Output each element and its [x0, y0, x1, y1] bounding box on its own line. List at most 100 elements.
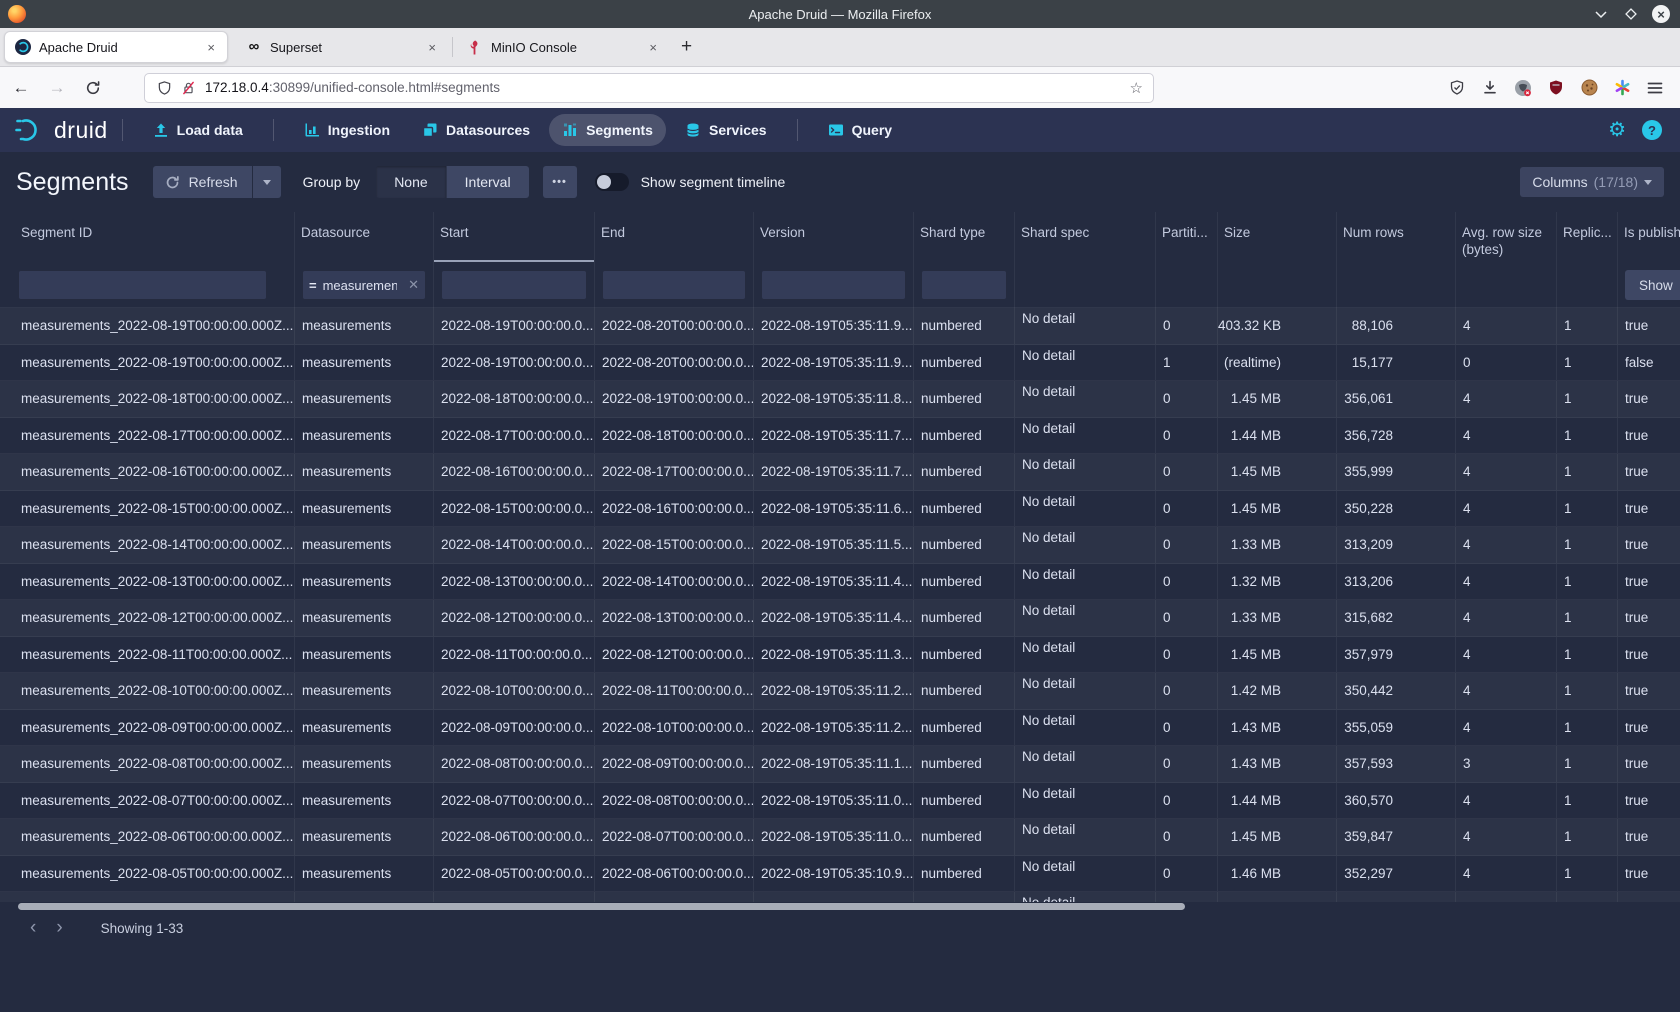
- cell-start[interactable]: [434, 892, 595, 902]
- reload-button[interactable]: [78, 73, 108, 103]
- cell-size[interactable]: 1.45 MB: [1218, 454, 1337, 490]
- column-header-partition[interactable]: Partiti...: [1156, 212, 1218, 262]
- column-header-avg-row-size[interactable]: Avg. row size (bytes): [1456, 212, 1557, 262]
- column-header-shard-spec[interactable]: Shard spec: [1015, 212, 1156, 262]
- cell-shard-type[interactable]: numbered: [914, 819, 1015, 855]
- cell-shard-type[interactable]: numbered: [914, 527, 1015, 563]
- cell-end[interactable]: 2022-08-20T00:00:00.0...: [595, 308, 754, 344]
- cell-datasource[interactable]: measurements: [295, 856, 434, 892]
- cell-version[interactable]: 2022-08-19T05:35:11.2...: [754, 710, 914, 746]
- cell-segment-id[interactable]: measurements_2022-08-17T00:00:00.000Z...: [0, 418, 295, 454]
- cell-segment-id[interactable]: measurements_2022-08-19T00:00:00.000Z...: [0, 308, 295, 344]
- cell-datasource[interactable]: measurements: [295, 746, 434, 782]
- cell-avg-row-size[interactable]: 4: [1456, 418, 1557, 454]
- cell-end[interactable]: 2022-08-08T00:00:00.0...: [595, 783, 754, 819]
- bookmark-star-icon[interactable]: ☆: [1130, 79, 1143, 97]
- cell-partition[interactable]: [1156, 892, 1218, 902]
- cell-num-rows[interactable]: 356,728: [1337, 418, 1456, 454]
- cell-shard-type[interactable]: numbered: [914, 783, 1015, 819]
- is-published-filter-button[interactable]: Show: [1625, 270, 1680, 300]
- forward-button[interactable]: →: [42, 73, 72, 103]
- cell-start[interactable]: 2022-08-11T00:00:00.0...: [434, 637, 595, 673]
- cell-datasource[interactable]: measurements: [295, 418, 434, 454]
- cell-start[interactable]: 2022-08-06T00:00:00.0...: [434, 819, 595, 855]
- cell-num-rows[interactable]: 350,228: [1337, 491, 1456, 527]
- column-header-start[interactable]: Start: [434, 212, 595, 262]
- cell-num-rows[interactable]: 315,682: [1337, 600, 1456, 636]
- cell-avg-row-size[interactable]: [1456, 892, 1557, 902]
- cell-avg-row-size[interactable]: 3: [1456, 746, 1557, 782]
- cell-version[interactable]: 2022-08-19T05:35:10.9...: [754, 856, 914, 892]
- next-page-button[interactable]: ›: [46, 919, 72, 937]
- cell-is-published[interactable]: true: [1618, 491, 1680, 527]
- cell-version[interactable]: [754, 892, 914, 902]
- cell-replication[interactable]: 1: [1557, 783, 1618, 819]
- cell-segment-id[interactable]: measurements_2022-08-10T00:00:00.000Z...: [0, 673, 295, 709]
- filter-input-datasource[interactable]: =measurements✕: [302, 270, 426, 300]
- settings-gear-icon[interactable]: ⚙: [1608, 120, 1626, 140]
- insecure-lock-icon[interactable]: [179, 79, 197, 97]
- cell-start[interactable]: 2022-08-14T00:00:00.0...: [434, 527, 595, 563]
- cell-shard-type[interactable]: numbered: [914, 345, 1015, 381]
- cell-datasource[interactable]: measurements: [295, 308, 434, 344]
- cell-version[interactable]: 2022-08-19T05:35:11.9...: [754, 308, 914, 344]
- cell-shard-spec[interactable]: No detail: [1015, 892, 1156, 902]
- cell-end[interactable]: 2022-08-18T00:00:00.0...: [595, 418, 754, 454]
- cell-replication[interactable]: 1: [1557, 308, 1618, 344]
- window-close-button[interactable]: ×: [1652, 5, 1670, 23]
- cell-partition[interactable]: 0: [1156, 710, 1218, 746]
- cell-shard-spec[interactable]: No detail: [1015, 345, 1156, 381]
- cell-avg-row-size[interactable]: 4: [1456, 819, 1557, 855]
- cell-segment-id[interactable]: measurements_2022-08-13T00:00:00.000Z...: [0, 564, 295, 600]
- cell-segment-id[interactable]: measurements_2022-08-16T00:00:00.000Z...: [0, 454, 295, 490]
- back-button[interactable]: ←: [6, 73, 36, 103]
- cell-avg-row-size[interactable]: 4: [1456, 710, 1557, 746]
- cell-end[interactable]: 2022-08-17T00:00:00.0...: [595, 454, 754, 490]
- cell-segment-id[interactable]: measurements_2022-08-12T00:00:00.000Z...: [0, 600, 295, 636]
- cell-start[interactable]: 2022-08-17T00:00:00.0...: [434, 418, 595, 454]
- cell-version[interactable]: 2022-08-19T05:35:11.9...: [754, 345, 914, 381]
- cell-shard-spec[interactable]: No detail: [1015, 746, 1156, 782]
- cell-segment-id[interactable]: measurements_2022-08-09T00:00:00.000Z...: [0, 710, 295, 746]
- cell-num-rows[interactable]: 313,206: [1337, 564, 1456, 600]
- cell-size[interactable]: [1218, 892, 1337, 902]
- cell-num-rows[interactable]: 355,999: [1337, 454, 1456, 490]
- cell-size[interactable]: 1.44 MB: [1218, 418, 1337, 454]
- cell-size[interactable]: 1.45 MB: [1218, 819, 1337, 855]
- filter-input-end[interactable]: [602, 270, 746, 300]
- cell-datasource[interactable]: measurements: [295, 673, 434, 709]
- cell-num-rows[interactable]: 357,593: [1337, 746, 1456, 782]
- segment-timeline-toggle[interactable]: [595, 173, 629, 191]
- cell-segment-id[interactable]: measurements_2022-08-18T00:00:00.000Z...: [0, 381, 295, 417]
- cell-is-published[interactable]: true: [1618, 418, 1680, 454]
- cell-version[interactable]: 2022-08-19T05:35:11.7...: [754, 454, 914, 490]
- cell-end[interactable]: 2022-08-14T00:00:00.0...: [595, 564, 754, 600]
- protections-badge-icon[interactable]: [1448, 79, 1466, 97]
- cell-datasource[interactable]: measurements: [295, 710, 434, 746]
- cell-datasource[interactable]: measurements: [295, 527, 434, 563]
- cell-partition[interactable]: 0: [1156, 819, 1218, 855]
- extension-masks-icon[interactable]: [1514, 79, 1532, 97]
- cell-num-rows[interactable]: 15,177: [1337, 345, 1456, 381]
- cell-is-published[interactable]: true: [1618, 819, 1680, 855]
- cell-shard-spec[interactable]: No detail: [1015, 454, 1156, 490]
- cell-is-published[interactable]: true: [1618, 673, 1680, 709]
- cell-is-published[interactable]: true: [1618, 454, 1680, 490]
- cell-start[interactable]: 2022-08-19T00:00:00.0...: [434, 308, 595, 344]
- cell-size[interactable]: 1.43 MB: [1218, 710, 1337, 746]
- cell-is-published[interactable]: true: [1618, 783, 1680, 819]
- cell-num-rows[interactable]: 359,847: [1337, 819, 1456, 855]
- cell-shard-spec[interactable]: No detail: [1015, 819, 1156, 855]
- cell-replication[interactable]: 1: [1557, 381, 1618, 417]
- cell-size[interactable]: 403.32 KB: [1218, 308, 1337, 344]
- cell-partition[interactable]: 0: [1156, 637, 1218, 673]
- cell-partition[interactable]: 0: [1156, 783, 1218, 819]
- cell-shard-type[interactable]: numbered: [914, 856, 1015, 892]
- cell-shard-type[interactable]: numbered: [914, 308, 1015, 344]
- tab-close-icon[interactable]: ×: [426, 40, 438, 55]
- filter-clear-icon[interactable]: ✕: [408, 277, 419, 293]
- column-header-replication[interactable]: Replic...: [1557, 212, 1618, 262]
- cell-shard-type[interactable]: numbered: [914, 746, 1015, 782]
- cell-replication[interactable]: 1: [1557, 491, 1618, 527]
- cell-end[interactable]: 2022-08-13T00:00:00.0...: [595, 600, 754, 636]
